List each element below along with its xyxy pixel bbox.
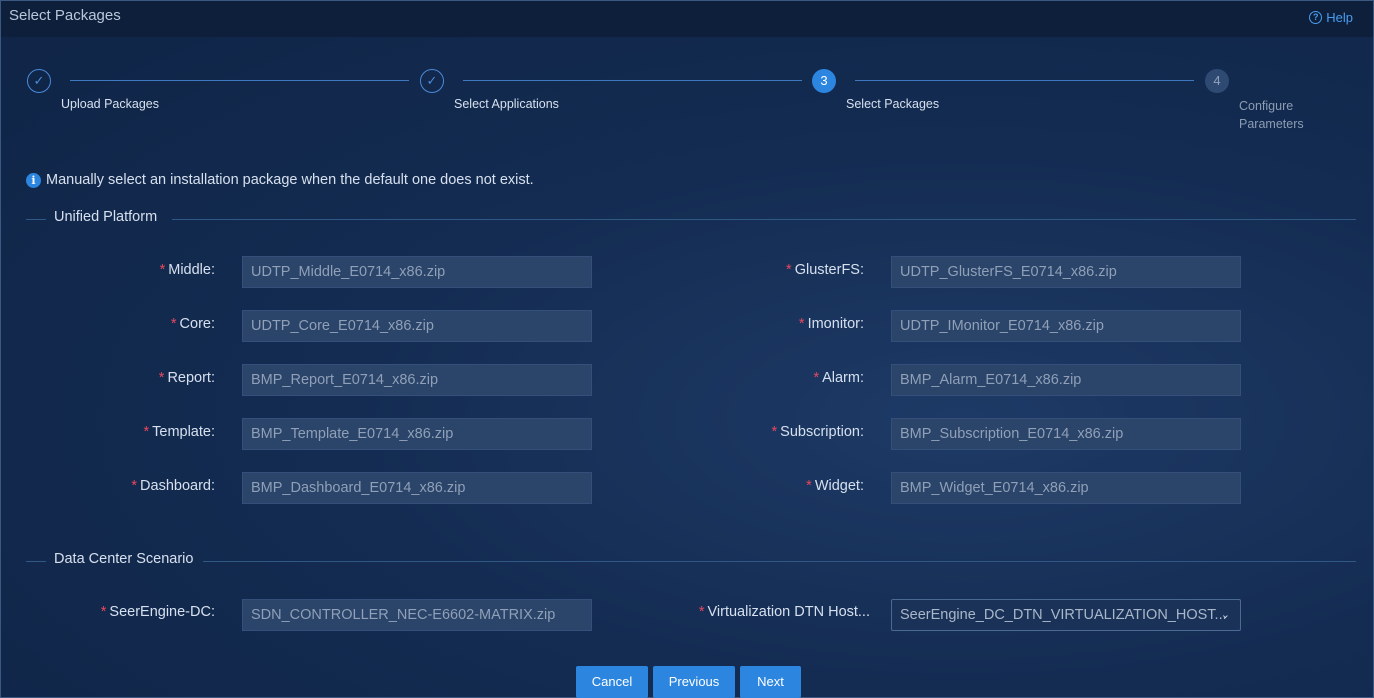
chevron-down-icon: ⌄ — [1220, 609, 1230, 621]
dashboard-package-field[interactable]: BMP_Dashboard_E0714_x86.zip — [242, 472, 592, 504]
seerengine-dc-package-field[interactable]: SDN_CONTROLLER_NEC-E6602-MATRIX.zip — [242, 599, 592, 631]
step-1-check-icon: ✓ — [27, 69, 51, 93]
help-label: Help — [1326, 10, 1353, 25]
window-title: Select Packages — [9, 7, 121, 24]
middle-package-field[interactable]: UDTP_Middle_E0714_x86.zip — [242, 256, 592, 288]
field-label-virtualization-dtn-host: * Virtualization DTN Host... — [698, 604, 870, 620]
alarm-package-field[interactable]: BMP_Alarm_E0714_x86.zip — [891, 364, 1241, 396]
section-unified-platform: Unified Platform — [26, 209, 1356, 229]
report-package-field[interactable]: BMP_Report_E0714_x86.zip — [242, 364, 592, 396]
question-circle-icon: ? — [1309, 11, 1323, 24]
step-3-number: 3 — [812, 69, 836, 93]
field-label-seerengine-dc: * SeerEngine-DC: — [100, 604, 215, 620]
cancel-button[interactable]: Cancel — [576, 666, 648, 698]
template-package-field[interactable]: BMP_Template_E0714_x86.zip — [242, 418, 592, 450]
field-label-glusterfs: * GlusterFS: — [786, 262, 864, 278]
section-data-center-scenario: Data Center Scenario — [26, 551, 1356, 571]
section-title: Data Center Scenario — [54, 551, 194, 567]
section-title: Unified Platform — [54, 209, 158, 225]
step-connector — [855, 80, 1194, 81]
step-1-label: Upload Packages — [61, 97, 159, 111]
field-label-widget: * Widget: — [806, 478, 864, 494]
core-package-field[interactable]: UDTP_Core_E0714_x86.zip — [242, 310, 592, 342]
field-label-alarm: * Alarm: — [813, 370, 864, 386]
next-button[interactable]: Next — [740, 666, 801, 698]
title-bar: Select Packages ? Help — [1, 1, 1373, 37]
widget-package-field[interactable]: BMP_Widget_E0714_x86.zip — [891, 472, 1241, 504]
field-label-report: * Report: — [158, 370, 215, 386]
field-label-template: * Template: — [143, 424, 215, 440]
subscription-package-field[interactable]: BMP_Subscription_E0714_x86.zip — [891, 418, 1241, 450]
info-circle-icon: i — [26, 172, 41, 188]
field-label-core: * Core: — [170, 316, 215, 332]
select-value: SeerEngine_DC_DTN_VIRTUALIZATION_HOST... — [900, 607, 1227, 623]
virtualization-dtn-host-select[interactable]: SeerEngine_DC_DTN_VIRTUALIZATION_HOST...… — [891, 599, 1241, 631]
field-label-subscription: * Subscription: — [771, 424, 864, 440]
help-link[interactable]: ? Help — [1309, 10, 1353, 25]
imonitor-package-field[interactable]: UDTP_IMonitor_E0714_x86.zip — [891, 310, 1241, 342]
previous-button[interactable]: Previous — [653, 666, 735, 698]
step-3-label: Select Packages — [846, 97, 940, 111]
field-label-middle: * Middle: — [159, 262, 215, 278]
info-text: Manually select an installation package … — [46, 172, 534, 188]
field-label-imonitor: * Imonitor: — [798, 316, 864, 332]
step-2-check-icon: ✓ — [420, 69, 444, 93]
field-label-dashboard: * Dashboard: — [131, 478, 215, 494]
step-4-number: 4 — [1205, 69, 1229, 93]
info-message: i Manually select an installation packag… — [26, 172, 534, 188]
step-4-label: Configure Parameters — [1239, 99, 1304, 131]
step-connector — [463, 80, 802, 81]
glusterfs-package-field[interactable]: UDTP_GlusterFS_E0714_x86.zip — [891, 256, 1241, 288]
step-2-label: Select Applications — [454, 97, 559, 111]
step-connector — [70, 80, 409, 81]
